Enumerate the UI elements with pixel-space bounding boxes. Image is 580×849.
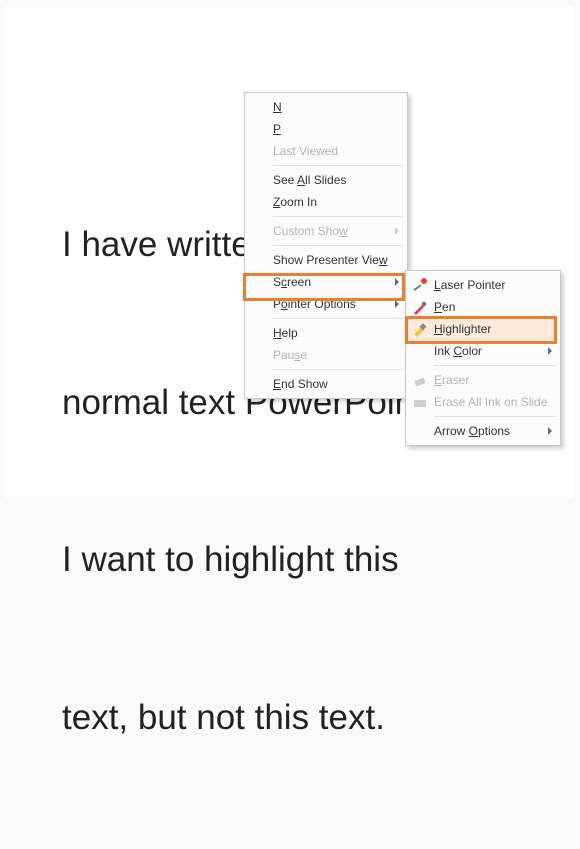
- menu-separator: [273, 165, 403, 166]
- pen-icon: [412, 299, 428, 315]
- submenu-pen[interactable]: Pen: [408, 296, 558, 318]
- menu-separator: [273, 369, 403, 370]
- menu-zoom-in[interactable]: Zoom In: [247, 191, 405, 213]
- annotation-highlight-highlighter: [405, 316, 557, 344]
- context-menu: N P Last Viewed See All Slides Zoom In C…: [244, 92, 408, 399]
- laser-pointer-icon: [412, 277, 428, 293]
- slide-area: I have written this normal text PowerPoi…: [6, 6, 574, 498]
- menu-end-show[interactable]: End Show: [247, 373, 405, 395]
- eraser-icon: [412, 372, 428, 388]
- menu-pause: Pause: [247, 344, 405, 366]
- submenu-erase-all: Erase All Ink on Slide: [408, 391, 558, 413]
- erase-all-icon: [412, 394, 428, 410]
- slide-line-3: I want to highlight this: [62, 534, 434, 587]
- chevron-right-icon: [395, 227, 399, 235]
- menu-next[interactable]: N: [247, 96, 405, 118]
- menu-previous[interactable]: P: [247, 118, 405, 140]
- menu-separator: [273, 216, 403, 217]
- menu-see-all-slides[interactable]: See All Slides: [247, 169, 405, 191]
- annotation-highlight-pointer-options: [243, 273, 405, 301]
- chevron-right-icon: [395, 300, 399, 308]
- menu-last-viewed: Last Viewed: [247, 140, 405, 162]
- menu-separator: [434, 416, 556, 417]
- menu-separator: [273, 318, 403, 319]
- menu-separator: [434, 365, 556, 366]
- chevron-right-icon: [548, 427, 552, 435]
- menu-custom-show: Custom Show: [247, 220, 405, 242]
- chevron-right-icon: [548, 347, 552, 355]
- menu-show-presenter-view[interactable]: Show Presenter View: [247, 249, 405, 271]
- slide-line-4: text, but not this text.: [62, 692, 434, 745]
- pointer-options-submenu: Laser Pointer Pen Highlighter Ink Color …: [405, 270, 561, 446]
- menu-separator: [273, 245, 403, 246]
- submenu-eraser: Eraser: [408, 369, 558, 391]
- submenu-laser-pointer[interactable]: Laser Pointer: [408, 274, 558, 296]
- submenu-arrow-options[interactable]: Arrow Options: [408, 420, 558, 442]
- menu-help[interactable]: Help: [247, 322, 405, 344]
